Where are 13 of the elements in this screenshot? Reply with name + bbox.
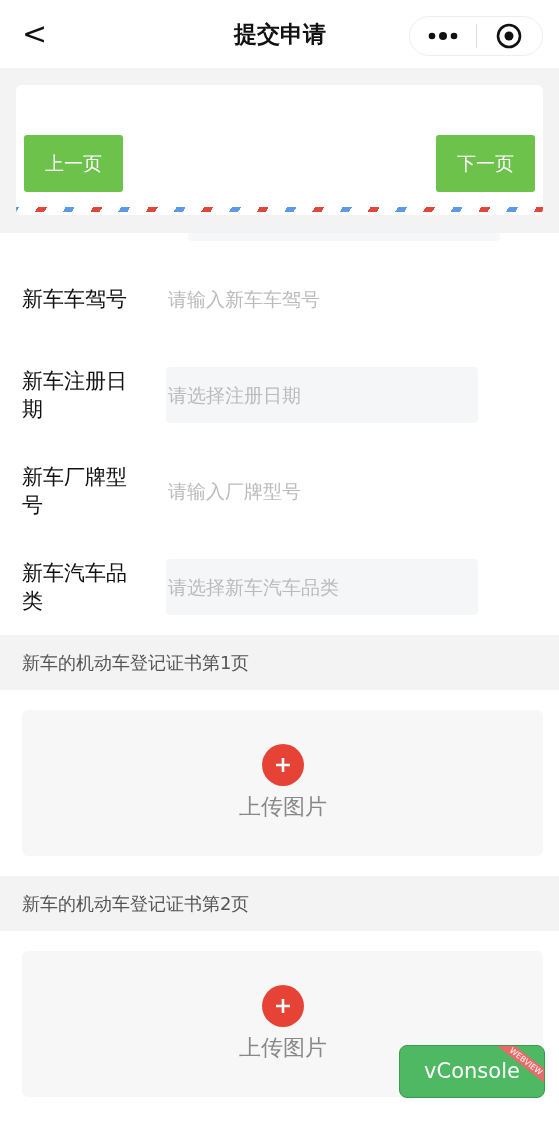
prev-page-button[interactable]: 上一页 [24,135,123,192]
section-title: 新车的机动车登记证书第2页 [0,876,559,931]
upload-button[interactable]: 上传图片 [22,710,543,856]
page-title: 提交申请 [233,19,326,49]
field-label: 新车注册日期 [21,368,128,423]
field-label: 新车厂牌型号 [21,464,128,519]
back-button[interactable]: < [18,16,52,52]
section-title: 新车的机动车登记证书第1页 [0,635,559,690]
next-page-button[interactable]: 下一页 [436,135,535,192]
select-field[interactable]: 请选择新车汽车品类 [166,559,478,615]
field-label: 新车车驾号 [21,286,128,313]
select-field[interactable]: 请选择注册日期 [166,367,478,423]
field-label: 新车汽车品类 [21,560,128,615]
